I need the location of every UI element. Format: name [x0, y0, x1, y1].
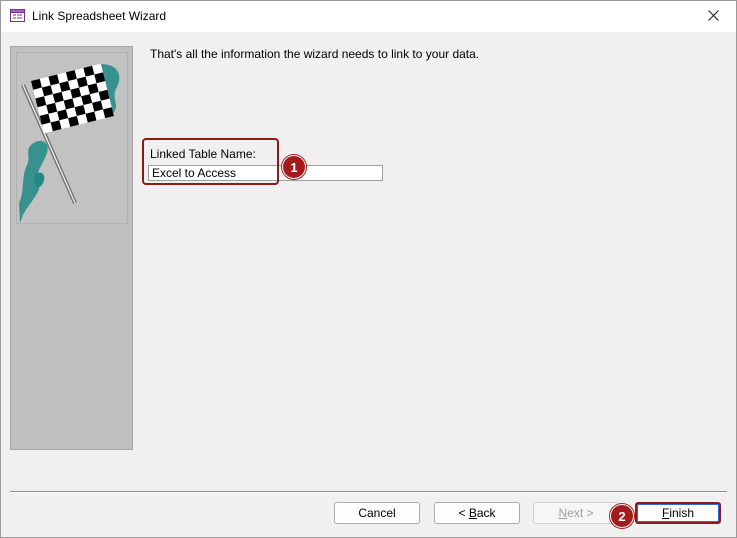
title-bar: Link Spreadsheet Wizard	[1, 1, 736, 32]
back-button-mnemonic: B	[468, 506, 477, 520]
annotation-badge-1: 1	[282, 155, 306, 179]
next-button[interactable]: Next >	[533, 502, 619, 524]
finish-button[interactable]: Finish	[635, 502, 721, 524]
side-panel	[10, 46, 133, 450]
intro-text: That's all the information the wizard ne…	[150, 47, 480, 61]
footer-separator	[10, 491, 727, 493]
back-button-label: ack	[476, 506, 496, 520]
back-button-prefix: <	[458, 506, 469, 520]
cancel-button[interactable]: Cancel	[334, 502, 420, 524]
checkered-flag-image	[16, 52, 128, 224]
close-icon	[707, 9, 719, 24]
annotation-badge-2: 2	[610, 504, 634, 528]
finish-button-label: inish	[669, 506, 695, 520]
close-button[interactable]	[690, 1, 736, 32]
window-title: Link Spreadsheet Wizard	[32, 9, 167, 23]
finish-button-mnemonic: F	[661, 506, 670, 520]
next-button-mnemonic: N	[558, 506, 568, 520]
wizard-window: Link Spreadsheet Wizard That's all the i…	[0, 0, 737, 538]
annotation-highlight-1	[142, 138, 279, 185]
next-button-label: ext >	[567, 506, 594, 520]
table-wizard-icon	[10, 9, 25, 22]
finish-button-focus: Finish	[637, 504, 719, 522]
back-button[interactable]: < Back	[434, 502, 520, 524]
